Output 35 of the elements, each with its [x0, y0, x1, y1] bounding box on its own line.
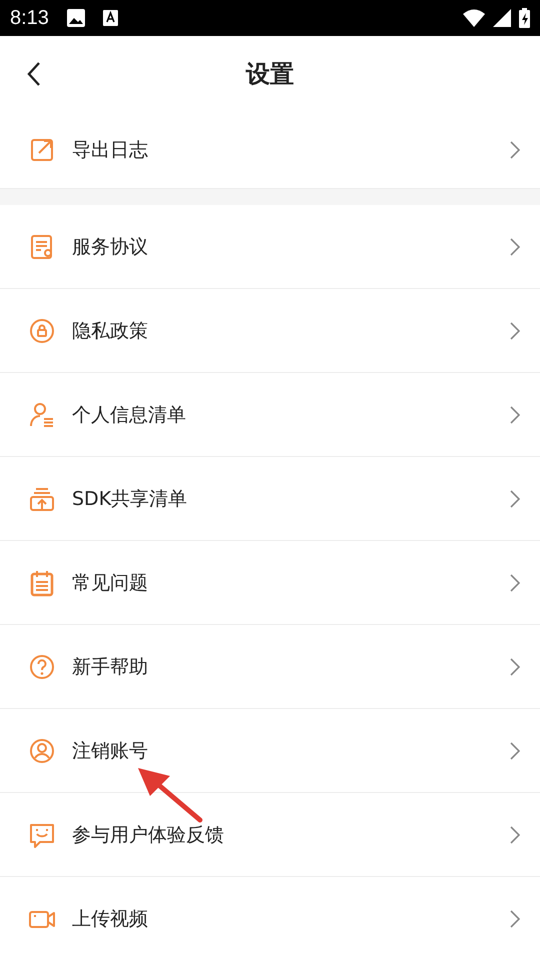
chevron-icon [510, 141, 520, 159]
item-label: 服务协议 [72, 234, 149, 260]
chevron-icon [510, 322, 520, 340]
item-label: 隐私政策 [72, 318, 149, 344]
item-label: 常见问题 [72, 570, 149, 596]
battery-icon [519, 8, 530, 28]
export-icon [28, 136, 56, 164]
lock-icon [28, 316, 56, 344]
chevron-icon [510, 742, 520, 760]
chevron-icon [510, 574, 520, 592]
signal-icon [493, 9, 511, 27]
item-label: SDK共享清单 [72, 486, 188, 512]
item-label: 个人信息清单 [72, 402, 187, 428]
user-circle-icon [28, 736, 56, 764]
status-time: 8:13 [10, 6, 49, 30]
person-list-icon [28, 400, 56, 428]
annotation-arrow [138, 768, 202, 822]
item-label: 上传视频 [72, 906, 149, 932]
font-icon [102, 10, 118, 26]
chevron-icon [510, 406, 520, 424]
item-label: 新手帮助 [72, 654, 149, 680]
image-icon [66, 9, 85, 27]
chevron-icon [510, 826, 520, 844]
chevron-icon [510, 910, 520, 928]
calendar-icon [28, 568, 56, 596]
chevron-icon [510, 658, 520, 676]
question-icon [28, 652, 56, 680]
chevron-icon [510, 238, 520, 256]
item-label: 导出日志 [72, 138, 149, 163]
item-label: 参与用户体验反馈 [72, 822, 225, 848]
back-icon [26, 61, 42, 87]
page-title: 设置 [246, 59, 294, 90]
chevron-icon [510, 490, 520, 508]
item-label: 注销账号 [72, 738, 149, 764]
wifi-icon [463, 9, 485, 27]
